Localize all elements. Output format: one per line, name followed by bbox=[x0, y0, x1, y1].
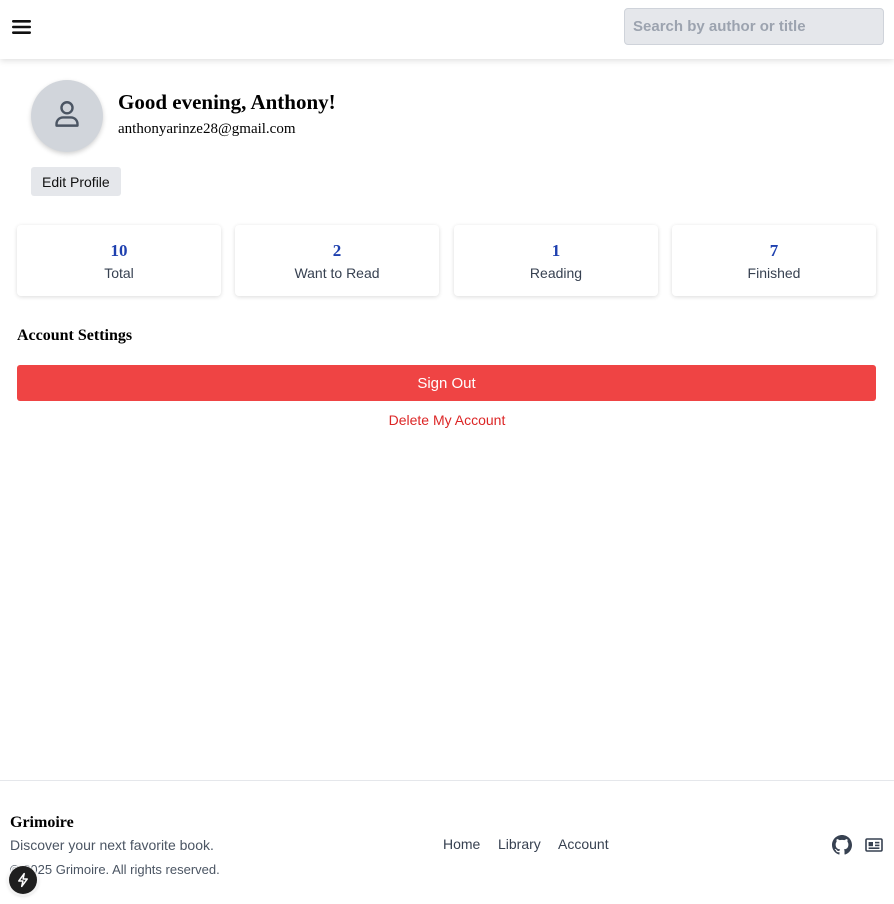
stat-value: 1 bbox=[551, 241, 561, 260]
site-footer: Grimoire Discover your next favorite boo… bbox=[0, 780, 894, 904]
delete-account-link[interactable]: Delete My Account bbox=[0, 412, 894, 428]
user-icon bbox=[50, 97, 84, 136]
stat-card-total: 10 Total bbox=[17, 225, 221, 296]
top-header bbox=[0, 0, 894, 59]
search-input[interactable] bbox=[624, 8, 884, 45]
footer-copyright: © 2025 Grimoire. All rights reserved. bbox=[10, 862, 220, 877]
stat-value: 10 bbox=[110, 241, 128, 260]
sign-out-button[interactable]: Sign Out bbox=[17, 365, 876, 401]
footer-link-library[interactable]: Library bbox=[498, 836, 541, 852]
user-email: anthonyarinze28@gmail.com bbox=[118, 121, 296, 137]
stat-value: 2 bbox=[332, 241, 342, 260]
edit-profile-button[interactable]: Edit Profile bbox=[31, 167, 121, 196]
footer-tagline: Discover your next favorite book. bbox=[10, 837, 214, 853]
stat-label: Finished bbox=[747, 265, 801, 281]
footer-link-home[interactable]: Home bbox=[443, 836, 480, 852]
greeting-heading: Good evening, Anthony! bbox=[118, 90, 336, 114]
footer-link-account[interactable]: Account bbox=[558, 836, 609, 852]
avatar bbox=[31, 80, 103, 152]
stat-card-want-to-read: 2 Want to Read bbox=[235, 225, 439, 296]
lightning-icon[interactable] bbox=[9, 866, 37, 894]
footer-brand: Grimoire bbox=[10, 814, 74, 831]
newspaper-icon[interactable] bbox=[864, 835, 884, 855]
hamburger-menu-icon[interactable] bbox=[10, 16, 34, 38]
account-settings-heading: Account Settings bbox=[17, 327, 133, 344]
stat-value: 7 bbox=[769, 241, 779, 260]
stat-label: Total bbox=[104, 265, 134, 281]
stat-label: Want to Read bbox=[294, 265, 380, 281]
github-icon[interactable] bbox=[832, 835, 852, 855]
stat-card-reading: 1 Reading bbox=[454, 225, 658, 296]
stat-label: Reading bbox=[529, 265, 583, 281]
stat-card-finished: 7 Finished bbox=[672, 225, 876, 296]
